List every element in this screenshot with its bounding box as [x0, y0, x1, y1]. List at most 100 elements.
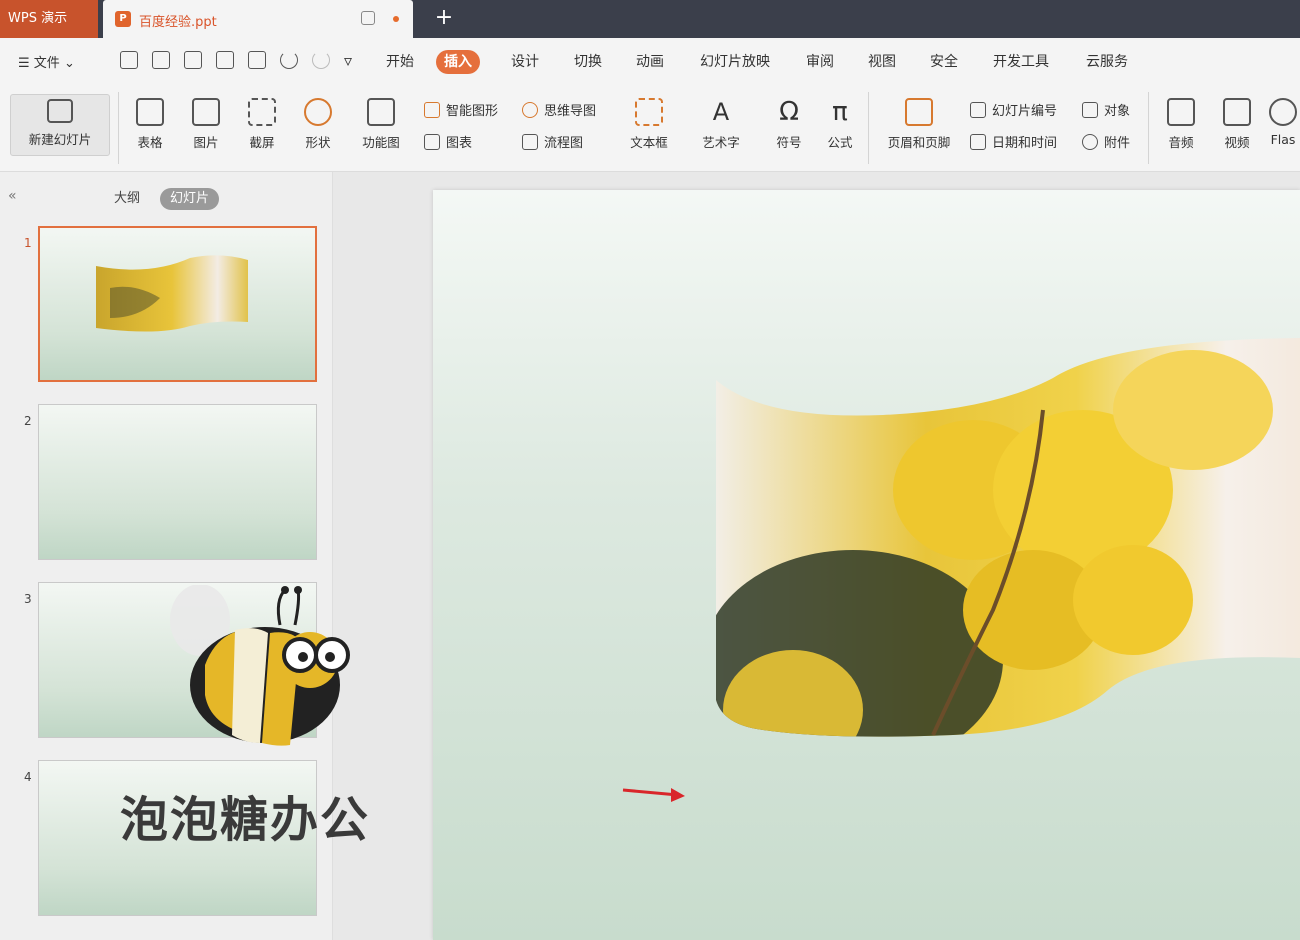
menu-review[interactable]: 审阅 — [798, 50, 842, 74]
symbol-button[interactable]: Ω 符号 — [764, 98, 814, 151]
mind-map-icon — [522, 101, 538, 118]
text-box-icon — [635, 98, 663, 126]
unsaved-dot-icon — [393, 16, 399, 22]
attachment-button[interactable]: 附件 — [1082, 132, 1130, 151]
date-time-label: 日期和时间 — [992, 136, 1058, 151]
watermark-text: 泡泡糖办公 — [120, 792, 371, 848]
omega-icon: Ω — [779, 97, 799, 127]
table-label: 表格 — [137, 135, 163, 150]
header-footer-icon — [905, 98, 933, 126]
ribbon-toolbar: 新建幻灯片 表格 图片 截屏 形状 功能图 智能图形 图表 思维导图 流程图 文… — [0, 84, 1300, 172]
chart-button[interactable]: 图表 — [424, 132, 472, 151]
smart-art-label: 智能图形 — [446, 104, 499, 119]
date-time-button[interactable]: 日期和时间 — [970, 132, 1057, 151]
shape-button[interactable]: 形状 — [294, 98, 342, 151]
new-slide-button[interactable]: 新建幻灯片 — [10, 94, 110, 156]
ribbon-divider — [118, 92, 119, 164]
flash-button[interactable]: Flas — [1266, 98, 1300, 147]
app-tab[interactable]: WPS 演示 — [0, 0, 98, 38]
chart-label: 图表 — [446, 136, 473, 151]
menu-cloud[interactable]: 云服务 — [1078, 50, 1136, 74]
menu-home[interactable]: 开始 — [378, 50, 422, 74]
slide-thumbnail-1[interactable] — [38, 226, 317, 382]
calendar-icon — [970, 133, 986, 150]
new-slide-icon — [47, 99, 73, 123]
new-tab-button[interactable]: + — [430, 4, 458, 32]
audio-label: 音频 — [1168, 135, 1194, 150]
object-button[interactable]: 对象 — [1082, 100, 1130, 119]
picture-label: 图片 — [193, 135, 219, 150]
ppt-file-icon: P — [115, 11, 131, 27]
menu-developer[interactable]: 开发工具 — [985, 50, 1057, 74]
ribbon-divider — [868, 92, 869, 164]
flow-chart-button[interactable]: 流程图 — [522, 132, 583, 151]
menu-slideshow[interactable]: 幻灯片放映 — [692, 50, 778, 74]
document-tab[interactable]: P 百度经验.ppt — [103, 0, 413, 38]
attachment-label: 附件 — [1104, 136, 1131, 151]
slide-thumbnail-2[interactable] — [38, 404, 317, 560]
word-art-label: 艺术字 — [702, 135, 740, 150]
thumbnail-number: 1 — [24, 236, 32, 250]
current-slide[interactable] — [433, 190, 1300, 940]
shape-label: 形状 — [305, 135, 331, 150]
table-button[interactable]: 表格 — [126, 98, 174, 151]
word-art-button[interactable]: A 艺术字 — [692, 98, 750, 151]
title-bar: WPS 演示 P 百度经验.ppt + — [0, 0, 1300, 38]
function-chart-icon — [367, 98, 395, 126]
picture-button[interactable]: 图片 — [182, 98, 230, 151]
formula-label: 公式 — [827, 135, 853, 150]
flow-chart-label: 流程图 — [544, 136, 584, 151]
flash-label: Flas — [1270, 132, 1296, 147]
outline-tab[interactable]: 大纲 — [104, 188, 150, 210]
object-label: 对象 — [1104, 104, 1131, 119]
header-footer-label: 页眉和页脚 — [887, 135, 951, 150]
video-icon — [1223, 98, 1251, 126]
chart-icon — [424, 133, 440, 150]
menu-transition[interactable]: 切换 — [566, 50, 610, 74]
collapse-pane-icon[interactable]: « — [8, 188, 17, 204]
arrow-head-icon — [671, 788, 685, 802]
text-box-label: 文本框 — [630, 135, 668, 150]
slides-tab[interactable]: 幻灯片 — [160, 188, 220, 210]
smart-art-button[interactable]: 智能图形 — [424, 100, 498, 119]
thumbnail-image — [96, 255, 248, 332]
bee-mascot-icon — [170, 585, 350, 746]
menu-animation[interactable]: 动画 — [628, 50, 672, 74]
new-slide-label: 新建幻灯片 — [28, 132, 92, 147]
menu-insert[interactable]: 插入 — [436, 50, 480, 74]
thumbnail-number: 2 — [24, 414, 32, 428]
document-name: 百度经验.ppt — [139, 15, 217, 30]
flow-chart-icon — [522, 133, 538, 150]
text-box-button[interactable]: 文本框 — [620, 98, 678, 151]
smart-art-icon — [424, 101, 440, 118]
object-icon — [1082, 101, 1098, 118]
formula-button[interactable]: π 公式 — [818, 98, 862, 151]
audio-button[interactable]: 音频 — [1156, 98, 1206, 151]
ribbon-divider — [1148, 92, 1149, 164]
screenshot-label: 截屏 — [249, 135, 275, 150]
screenshot-button[interactable]: 截屏 — [238, 98, 286, 151]
function-chart-label: 功能图 — [362, 135, 400, 150]
slide-number-button[interactable]: 幻灯片编号 — [970, 100, 1057, 119]
screenshot-icon — [248, 98, 276, 126]
pi-icon: π — [832, 97, 848, 127]
picture-icon — [192, 98, 220, 126]
ginkgo-picture[interactable] — [433, 190, 1300, 940]
menu-bar: ☰ 文件 ⌄ ▿ 开始 插入 设计 切换 动画 幻灯片放映 审阅 视图 安全 开… — [0, 38, 1300, 84]
slide-number-icon — [970, 101, 986, 118]
header-footer-button[interactable]: 页眉和页脚 — [876, 98, 962, 151]
flash-icon — [1269, 98, 1297, 126]
shape-icon — [304, 98, 332, 126]
menu-design[interactable]: 设计 — [503, 50, 547, 74]
word-art-icon: A — [712, 98, 730, 126]
speaker-icon — [1167, 98, 1195, 126]
symbol-label: 符号 — [776, 135, 802, 150]
paperclip-icon — [1082, 133, 1098, 150]
menu-view[interactable]: 视图 — [860, 50, 904, 74]
function-chart-button[interactable]: 功能图 — [352, 98, 410, 151]
mind-map-button[interactable]: 思维导图 — [522, 100, 596, 119]
pin-icon[interactable] — [361, 11, 375, 25]
thumbnail-number: 3 — [24, 592, 32, 606]
video-button[interactable]: 视频 — [1212, 98, 1262, 151]
menu-security[interactable]: 安全 — [922, 50, 966, 74]
